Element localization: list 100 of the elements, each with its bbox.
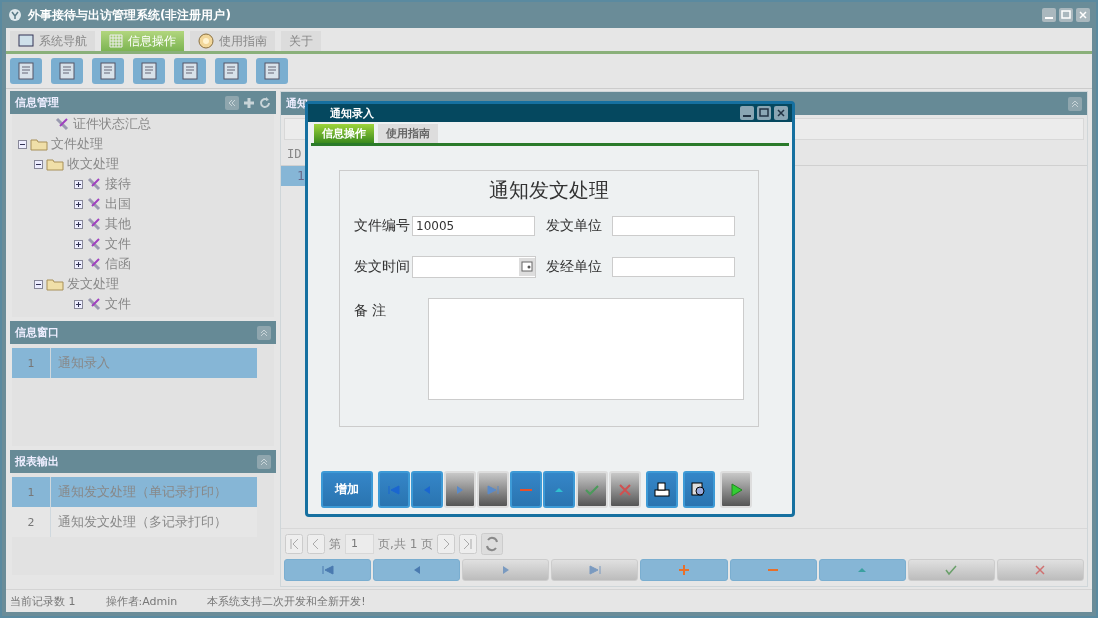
first-page-icon[interactable] [285,534,303,554]
up-triangle-icon [554,486,564,493]
last-page-icon[interactable] [459,534,478,554]
minimize-icon[interactable] [740,106,754,120]
table-cell-text: 1 [297,169,306,183]
panel-title: 信息窗口 [15,325,60,340]
help-icon [198,33,214,49]
minimize-icon[interactable] [1042,8,1056,22]
tools-icon [86,216,102,232]
check-icon [944,564,959,576]
refresh-icon[interactable] [481,533,504,555]
main-tab[interactable]: 使用指南 [190,31,275,51]
previous-page-icon[interactable] [307,534,325,554]
printer-icon [653,480,671,499]
collapse-icon[interactable] [257,325,271,340]
tree-item[interactable]: 文件 [105,235,131,253]
expander-icon[interactable] [74,199,83,209]
preview-button[interactable] [683,471,715,508]
panel-title: 信息管理 [15,95,60,110]
input-field[interactable] [612,216,735,236]
column-header[interactable]: ID [281,147,302,161]
monitor-icon [18,34,34,48]
main-tab[interactable]: 系统导航 [10,31,95,51]
logo-icon [8,8,22,22]
dialog-tab[interactable]: 信息操作 [314,124,374,143]
add-button[interactable]: 增加 [321,471,373,508]
collapse-icon[interactable] [225,95,239,110]
tree-item[interactable]: 信函 [105,255,131,273]
row-number: 1 [12,348,51,378]
tree-item[interactable]: 出国 [105,195,131,213]
dialog-tab[interactable]: 使用指南 [378,124,438,143]
skip-first-icon [320,564,335,576]
first-button[interactable] [284,559,372,581]
expander-icon[interactable] [74,179,83,189]
collapse-icon[interactable] [1068,96,1082,111]
preview-icon [690,480,708,499]
expander-icon[interactable] [34,159,43,169]
dialog-title: 通知录入 [330,105,375,121]
tools-icon [86,196,102,212]
expander-icon[interactable] [74,259,83,269]
add-icon[interactable] [243,96,255,109]
skip-last-icon [587,564,602,576]
main-tab[interactable]: 信息操作 [101,31,184,51]
tree-item[interactable]: 证件状态汇总 [73,115,151,133]
form-heading: 通知发文处理 [488,177,610,204]
close-icon[interactable] [774,106,788,120]
field-label: 发经单位 [546,258,602,276]
page-field[interactable]: 1 [345,534,374,554]
input-field[interactable] [612,257,735,277]
expander-icon[interactable] [74,299,83,309]
toolbar-icon[interactable] [51,58,83,84]
field-label: 发文时间 [354,258,410,276]
calendar-icon[interactable] [519,258,535,276]
collapse-icon[interactable] [257,454,271,469]
tree-item[interactable]: 文件 [105,295,131,313]
expander-icon[interactable] [18,139,27,149]
refresh-icon[interactable] [259,96,271,109]
status-text: 操作者:Admin [105,593,178,609]
row-label: 通知发文处理（多记录打印） [57,513,227,531]
toolbar-icon[interactable] [133,58,165,84]
next-page-icon[interactable] [437,534,456,554]
toolbar-icon[interactable] [10,58,42,84]
tree-item[interactable]: 发文处理 [67,275,119,293]
grid-icon [109,34,123,48]
tools-icon [86,256,102,272]
list-row[interactable]: 1 通知录入 [12,348,257,378]
tree-item[interactable]: 文件处理 [51,135,103,153]
maximize-icon[interactable] [757,106,771,120]
grid-row[interactable]: 1 [281,166,307,186]
main-tab[interactable]: 关于 [281,31,321,51]
field-label: 发文单位 [546,217,602,235]
tree-item[interactable]: 接待 [105,175,131,193]
page-count: 页,共 1 页 [378,535,434,553]
tree-item[interactable]: 其他 [105,215,131,233]
toolbar-icon[interactable] [174,58,206,84]
list-row[interactable]: 1 通知发文处理（单记录打印） [12,477,257,507]
field-label: 文件编号 [354,217,410,235]
expander-icon[interactable] [74,239,83,249]
page-label: 第 [329,535,341,553]
folder-icon [46,157,64,171]
toolbar-icon[interactable] [256,58,288,84]
list-row[interactable]: 2 通知发文处理（多记录打印） [12,507,257,537]
first-button[interactable] [378,471,410,508]
row-label: 通知发文处理（单记录打印） [57,483,227,501]
tree-item[interactable]: 收文处理 [67,155,119,173]
maximize-icon[interactable] [1059,8,1073,22]
input-field[interactable]: 10005 [412,216,535,236]
row-label: 通知录入 [57,354,110,372]
panel-title: 报表输出 [15,454,60,469]
window-title: 外事接待与出访管理系统(非注册用户) [28,6,232,24]
tools-icon [86,176,102,192]
tools-icon [86,236,102,252]
expander-icon[interactable] [34,279,43,289]
expander-icon[interactable] [74,219,83,229]
remarks-field[interactable] [428,298,744,400]
toolbar-icon[interactable] [215,58,247,84]
print-button[interactable] [646,471,678,508]
date-field[interactable] [412,256,536,278]
toolbar-icon[interactable] [92,58,124,84]
close-icon[interactable] [1076,8,1090,22]
